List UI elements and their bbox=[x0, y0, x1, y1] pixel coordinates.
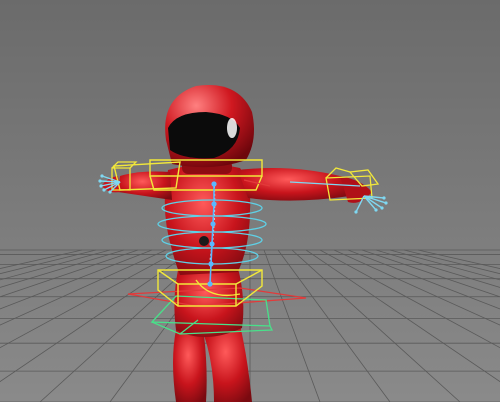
finger-tip bbox=[354, 210, 358, 214]
finger-tip bbox=[374, 208, 378, 212]
finger-tip bbox=[100, 174, 104, 178]
spine-bone bbox=[212, 203, 215, 225]
3d-viewport[interactable] bbox=[0, 0, 500, 402]
finger-tip bbox=[102, 188, 106, 192]
spine-joint[interactable] bbox=[207, 281, 213, 287]
finger-bone[interactable] bbox=[99, 180, 121, 183]
viewport-canvas[interactable] bbox=[0, 0, 500, 402]
spine-bone bbox=[209, 263, 212, 285]
finger-tip bbox=[99, 184, 103, 188]
finger-tip bbox=[380, 206, 384, 210]
visor-highlight bbox=[227, 118, 237, 138]
finger-tip bbox=[108, 190, 112, 194]
chest-button bbox=[199, 236, 209, 246]
spine-bone bbox=[210, 243, 213, 265]
spine-bone bbox=[211, 223, 214, 245]
finger-tip bbox=[384, 201, 388, 205]
left-leg[interactable] bbox=[173, 330, 207, 402]
finger-tip bbox=[382, 196, 386, 200]
finger-tip bbox=[98, 179, 102, 183]
hips[interactable] bbox=[174, 268, 244, 338]
